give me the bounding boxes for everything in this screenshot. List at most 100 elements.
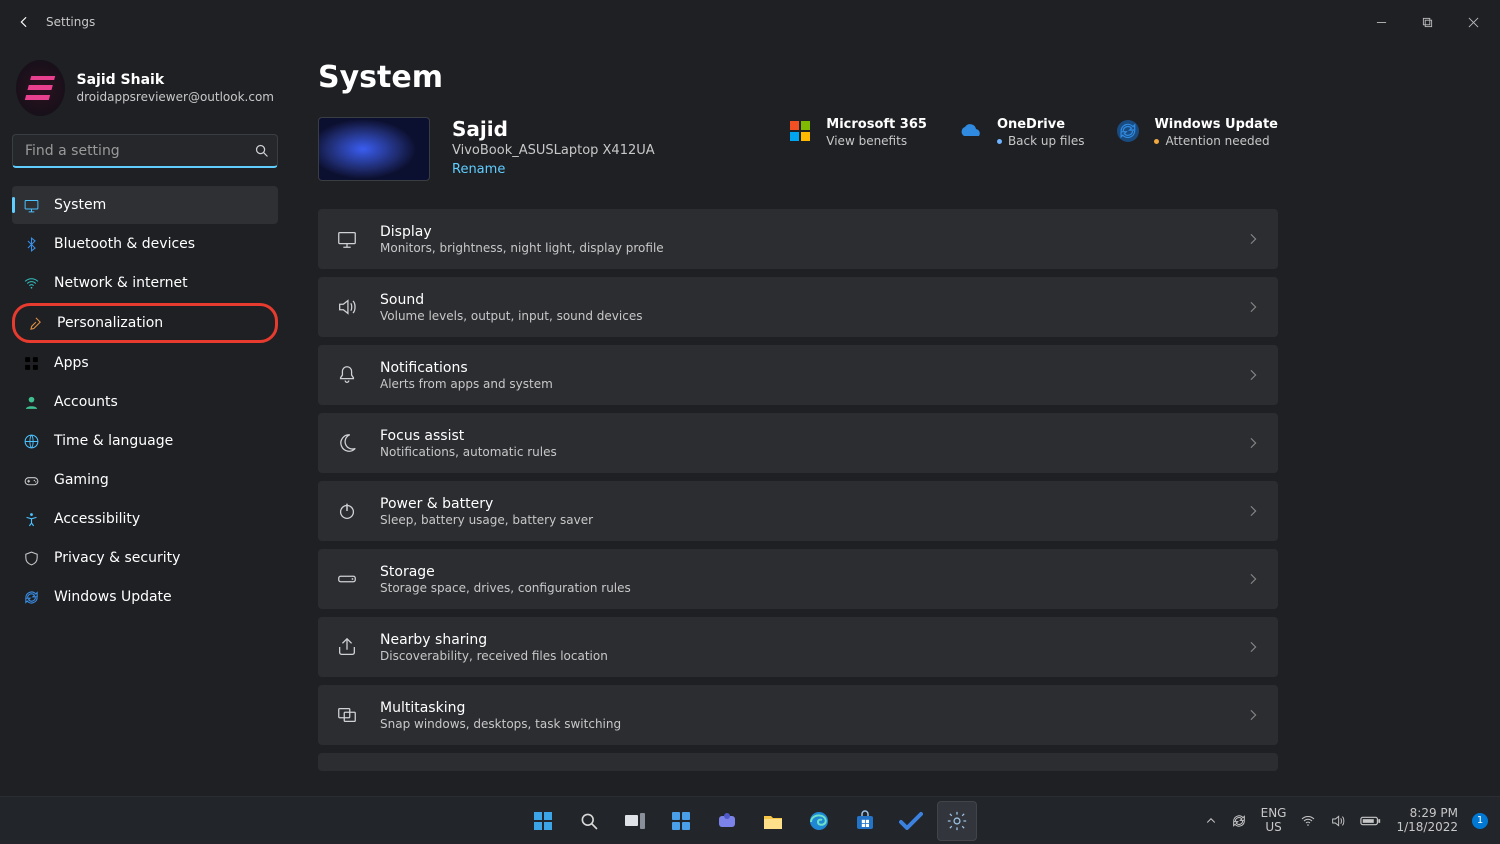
device-thumbnail[interactable] [318,117,430,181]
edge-icon [808,810,830,832]
status-tiles: Microsoft 365View benefits OneDrive Back u… [786,117,1278,148]
back-button[interactable] [4,2,44,42]
profile-name: Sajid Shaik [77,72,274,88]
card-description: Alerts from apps and system [380,377,553,391]
card-title: Sound [380,292,642,308]
sidebar-item-privacy-security[interactable]: Privacy & security [12,539,278,577]
sidebar-item-bluetooth-devices[interactable]: Bluetooth & devices [12,225,278,263]
sidebar-item-windows-update[interactable]: Windows Update [12,578,278,616]
widgets-icon [670,810,692,832]
sidebar-item-accessibility[interactable]: Accessibility [12,500,278,538]
card-title: Power & battery [380,496,593,512]
display-icon [336,228,358,250]
status-tile-title: Windows Update [1154,117,1278,132]
taskbar-teams-icon[interactable] [707,801,747,841]
sidebar-item-label: Privacy & security [54,550,180,566]
chevron-right-icon [1246,368,1260,382]
clock-date: 1/18/2022 [1396,821,1458,835]
setting-card-notifications[interactable]: NotificationsAlerts from apps and system [318,345,1278,405]
gamepad-icon [22,471,40,489]
status-tile-subtitle: Attention needed [1154,134,1278,148]
storage-icon [336,568,358,590]
nav-list: SystemBluetooth & devices Network & inter… [12,186,278,616]
status-tile-subtitle: Back up files [997,134,1085,148]
tray-clock[interactable]: 8:29 PM 1/18/2022 [1396,807,1458,835]
status-tile-title: OneDrive [997,117,1085,132]
taskbar-todo-icon[interactable] [891,801,931,841]
wifi-icon [22,274,40,292]
status-tile-windows-update[interactable]: Windows Update Attention needed [1114,117,1278,148]
card-description: Storage space, drives, configuration rul… [380,581,631,595]
chevron-right-icon [1246,504,1260,518]
sidebar-item-time-language[interactable]: Time & language [12,422,278,460]
sidebar-item-label: Accounts [54,394,118,410]
taskbar-taskview-icon[interactable] [615,801,655,841]
sidebar-item-gaming[interactable]: Gaming [12,461,278,499]
settings-icon [946,810,968,832]
status-tile-onedrive[interactable]: OneDrive Back up files [957,117,1085,148]
tray-notification-badge[interactable]: 1 [1472,813,1488,829]
sidebar: Sajid Shaik droidappsreviewer@outlook.co… [0,44,290,796]
taskbar-search-icon[interactable] [569,801,609,841]
window-minimize[interactable] [1358,6,1404,38]
taskbar-start-icon[interactable] [523,801,563,841]
tray-language[interactable]: ENG US [1261,807,1287,835]
avatar-glyph-icon [25,76,55,100]
card-title: Storage [380,564,631,580]
setting-card-sound[interactable]: SoundVolume levels, output, input, sound… [318,277,1278,337]
window-close[interactable] [1450,6,1496,38]
taskbar-tray: ENG US 8:29 PM 1/18/2022 1 [1205,807,1488,835]
moon-icon [336,432,358,454]
start-icon [532,810,554,832]
tray-wifi-icon[interactable] [1300,813,1316,829]
search-input[interactable] [23,142,254,160]
taskbar-store-icon[interactable] [845,801,885,841]
device-row: Sajid VivoBook_ASUSLaptop X412UA Rename … [318,117,1278,181]
highlight-annotation: Personalization [12,303,278,343]
search-icon [254,143,269,158]
card-title: Display [380,224,664,240]
taskbar-explorer-icon[interactable] [753,801,793,841]
lang-secondary: US [1265,821,1281,835]
rename-link[interactable]: Rename [452,162,505,177]
taskbar-edge-icon[interactable] [799,801,839,841]
setting-card-storage[interactable]: StorageStorage space, drives, configurat… [318,549,1278,609]
taskbar-widgets-icon[interactable] [661,801,701,841]
taskbar-settings-icon[interactable] [937,801,977,841]
sidebar-item-network-internet[interactable]: Network & internet [12,264,278,302]
update-circle-icon [1114,117,1142,145]
sidebar-item-system[interactable]: System [12,186,278,224]
teams-icon [716,810,738,832]
setting-card-partial[interactable] [318,753,1278,771]
profile-email: droidappsreviewer@outlook.com [77,90,274,104]
card-description: Snap windows, desktops, task switching [380,717,621,731]
sidebar-item-accounts[interactable]: Accounts [12,383,278,421]
search-box[interactable] [12,134,278,168]
setting-card-power-battery[interactable]: Power & batterySleep, battery usage, bat… [318,481,1278,541]
tray-overflow-icon[interactable] [1205,815,1217,827]
card-title: Multitasking [380,700,621,716]
sidebar-item-personalization[interactable]: Personalization [15,306,275,340]
settings-card-list: DisplayMonitors, brightness, night light… [318,209,1278,771]
setting-card-nearby-sharing[interactable]: Nearby sharingDiscoverability, received … [318,617,1278,677]
setting-card-display[interactable]: DisplayMonitors, brightness, night light… [318,209,1278,269]
tray-volume-icon[interactable] [1330,813,1346,829]
status-tile-microsoft-365[interactable]: Microsoft 365View benefits [786,117,927,148]
card-title: Nearby sharing [380,632,608,648]
chevron-right-icon [1246,300,1260,314]
setting-card-multitasking[interactable]: MultitaskingSnap windows, desktops, task… [318,685,1278,745]
chevron-right-icon [1246,708,1260,722]
sound-icon [336,296,358,318]
app-title: Settings [46,15,95,29]
clock-time: 8:29 PM [1396,807,1458,821]
chevron-right-icon [1246,572,1260,586]
card-title: Focus assist [380,428,557,444]
globe-icon [22,432,40,450]
tray-battery-icon[interactable] [1360,815,1382,827]
setting-card-focus-assist[interactable]: Focus assistNotifications, automatic rul… [318,413,1278,473]
sidebar-item-label: Network & internet [54,275,188,291]
tray-sync-icon[interactable] [1231,813,1247,829]
window-maximize[interactable] [1404,6,1450,38]
sidebar-item-apps[interactable]: Apps [12,344,278,382]
profile-block[interactable]: Sajid Shaik droidappsreviewer@outlook.co… [16,60,274,116]
